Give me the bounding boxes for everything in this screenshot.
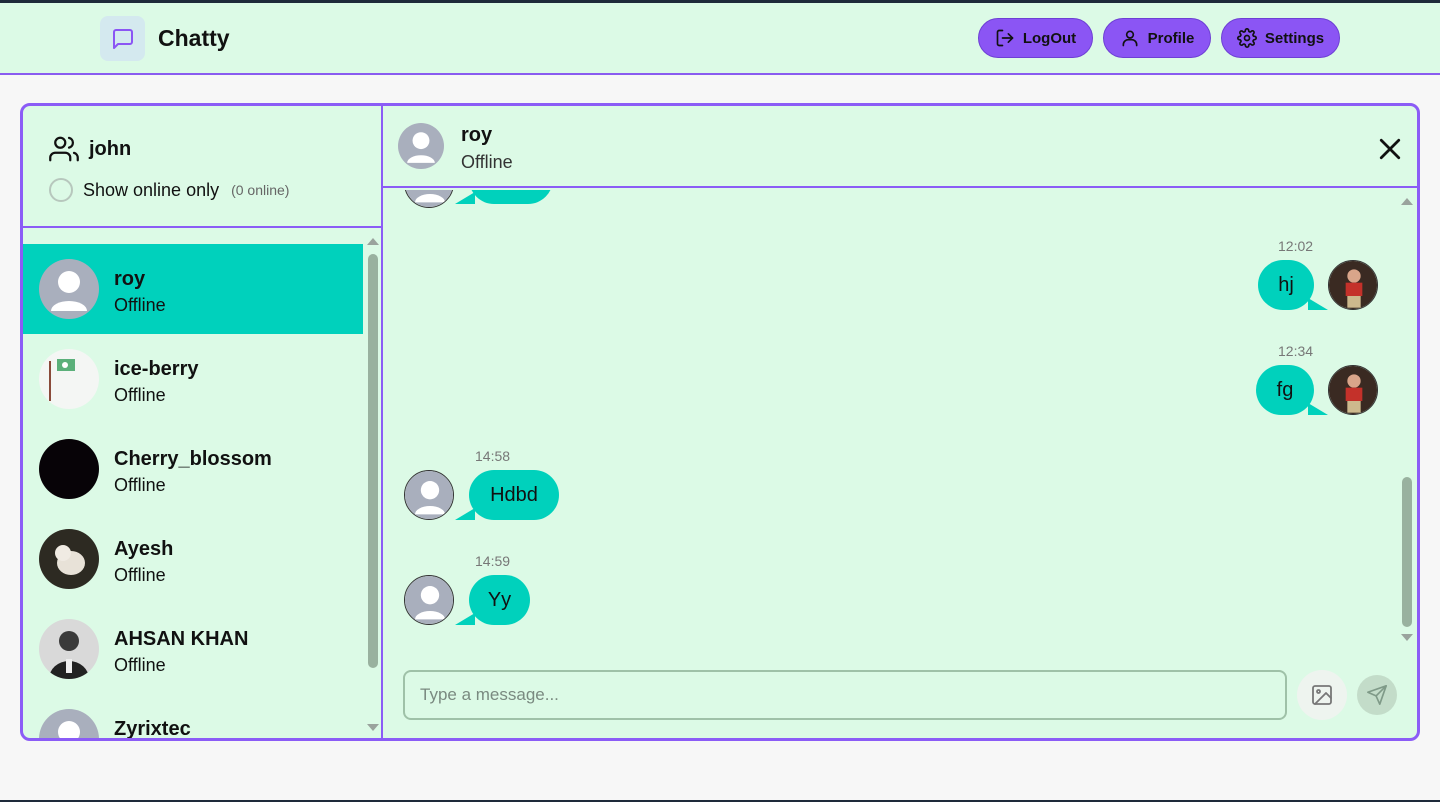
user-icon [1122, 30, 1138, 47]
avatar [39, 709, 99, 738]
attach-image-button[interactable] [1297, 670, 1347, 720]
contact-name: roy [114, 268, 146, 290]
contact-name: Cherry_blossom [114, 448, 272, 470]
message-text: Yy [487, 588, 512, 611]
users-icon [49, 136, 79, 162]
show-online-checkbox[interactable] [49, 178, 73, 202]
message-input[interactable] [403, 670, 1287, 720]
contact-name: ice-berry [114, 358, 199, 380]
contact-list: roy Offline ice-berry Offline Cherry_blo… [23, 230, 363, 738]
sidebar-header: john Show online only (0 online) [23, 106, 381, 228]
send-button[interactable] [1357, 675, 1397, 715]
message-text: Hdbd [490, 483, 538, 506]
contact-item-cherry-blossom[interactable]: Cherry_blossom Offline [23, 424, 363, 514]
avatar [39, 619, 99, 679]
logout-button[interactable]: LogOut [978, 18, 1093, 58]
chat-scrollbar[interactable] [1399, 190, 1415, 650]
message-time: 12:02 [1278, 238, 1314, 254]
contact-item-ayesh[interactable]: Ayesh Offline [23, 514, 363, 604]
contact-item-zyrixtec[interactable]: Zyrixtec [23, 694, 363, 738]
scroll-down-arrow[interactable] [367, 724, 379, 731]
chat-contact-status: Offline [461, 152, 513, 172]
message-time: 12:34 [1278, 343, 1314, 359]
message-time: 14:59 [475, 553, 511, 569]
contact-item-roy[interactable]: roy Offline [23, 244, 363, 334]
contact-name: AHSAN KHAN [114, 628, 249, 650]
avatar [39, 349, 99, 409]
chat-bubble-icon [112, 28, 133, 49]
message-text: hj [1278, 273, 1294, 296]
contacts-sidebar: john Show online only (0 online) roy Off… [23, 106, 383, 738]
message-time: 14:58 [475, 448, 511, 464]
message-bubble [455, 190, 553, 204]
chat-header: roy Offline [383, 106, 1417, 188]
sidebar-scrollbar[interactable] [365, 230, 381, 738]
send-icon [1367, 685, 1387, 705]
contact-status: Offline [114, 295, 166, 315]
message-avatar [404, 575, 454, 625]
app-header: Chatty LogOut Profile Settings [0, 3, 1440, 75]
online-count: (0 online) [231, 182, 290, 198]
message-avatar [1328, 260, 1378, 310]
message-bubble: fg [1256, 365, 1328, 415]
logo[interactable] [100, 16, 145, 61]
app-title[interactable]: Chatty [158, 25, 230, 52]
scroll-up-arrow[interactable] [1401, 198, 1413, 205]
logout-icon [996, 29, 1014, 47]
chat-avatar [398, 123, 444, 169]
contact-name: Ayesh [114, 538, 174, 560]
contact-item-ahsan-khan[interactable]: AHSAN KHAN Offline [23, 604, 363, 694]
contact-name: Zyrixtec [114, 718, 191, 738]
message-avatar [1328, 365, 1378, 415]
show-online-label: Show online only [83, 179, 220, 200]
settings-label: Settings [1264, 29, 1325, 47]
message-bubble: hj [1258, 260, 1328, 310]
chat-contact-name: roy [461, 124, 493, 146]
chat-container: john Show online only (0 online) roy Off… [20, 103, 1420, 741]
contact-status: Offline [114, 655, 166, 675]
current-username: john [89, 137, 132, 160]
show-online-toggle[interactable]: Show online only (0 online) [49, 178, 289, 202]
scroll-down-arrow[interactable] [1401, 634, 1413, 641]
current-user: john [49, 134, 131, 164]
contact-status: Offline [114, 475, 166, 495]
profile-button[interactable]: Profile [1103, 18, 1211, 58]
contact-status: Offline [114, 385, 166, 405]
profile-label: Profile [1147, 29, 1195, 47]
message-text: fg [1276, 378, 1294, 401]
message-bubble: Yy [455, 575, 530, 625]
chat-panel: roy Offline 12:02 hj 12:34 fg 14:58 Hdbd… [383, 106, 1417, 738]
message-avatar [404, 190, 454, 208]
avatar [39, 529, 99, 589]
avatar [39, 439, 99, 499]
logout-label: LogOut [1022, 29, 1077, 47]
message-list: 12:02 hj 12:34 fg 14:58 Hdbd 14:59 Yy [383, 190, 1417, 650]
scrollbar-thumb[interactable] [1402, 477, 1412, 627]
contact-status: Offline [114, 565, 166, 585]
scrollbar-thumb[interactable] [368, 254, 378, 668]
settings-button[interactable]: Settings [1221, 18, 1340, 58]
message-bubble: Hdbd [455, 470, 559, 520]
image-icon [1312, 685, 1332, 705]
message-composer [383, 666, 1417, 726]
gear-icon [1236, 28, 1257, 48]
message-avatar [404, 470, 454, 520]
avatar [39, 259, 99, 319]
scroll-up-arrow[interactable] [367, 238, 379, 245]
contact-item-ice-berry[interactable]: ice-berry Offline [23, 334, 363, 424]
close-icon[interactable] [1375, 134, 1405, 164]
